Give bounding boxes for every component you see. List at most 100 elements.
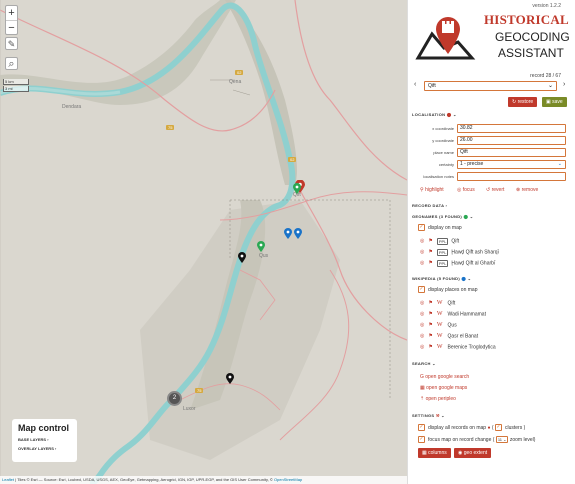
geonames-title: GEONAMES (3 FOUND) — [412, 214, 463, 219]
geonames-item[interactable]: ◎ ⚑ PPL Ḩawḑ Qift ash Sharqī — [420, 248, 499, 256]
app-logo: HISTORICAL GEOCODING ASSISTANT — [414, 10, 575, 65]
zoom-in-button[interactable]: + — [6, 6, 17, 20]
certainty-select[interactable]: 1 - precise ⌄ — [457, 160, 566, 169]
previous-record-icon[interactable]: ‹ — [414, 81, 416, 88]
geonames-item[interactable]: ◎ ⚑ PPL Ḩawḑ Qift al Gharbī — [420, 259, 495, 267]
record-select[interactable]: Qift ⌄ — [424, 81, 557, 91]
geonames-item-name: Ḩawḑ Qift al Gharbī — [451, 260, 496, 267]
zoom-level-suffix: zoom level) — [509, 437, 536, 443]
wikipedia-item[interactable]: ◎ ⚑ W Wadi Hammamat — [420, 310, 486, 318]
wikipedia-icon: W — [436, 333, 443, 339]
columns-button[interactable]: ▦ columns — [418, 448, 451, 458]
y-coordinate-label: y coordinate — [432, 138, 454, 143]
restore-button[interactable]: ↻ restore — [508, 97, 538, 107]
attribution-text: | Tiles © Esri — Source: Esri, i-cubed, … — [14, 477, 274, 482]
localisation-notes-field[interactable] — [457, 172, 566, 181]
map-label-qus: Qus — [259, 253, 269, 259]
peripleo-link[interactable]: ⇡ open peripleo — [420, 396, 456, 402]
map-marker-geonames[interactable] — [293, 183, 301, 194]
map-marker-geonames[interactable] — [257, 241, 265, 252]
clusters-label: clusters ) — [504, 425, 526, 431]
checkbox-checked-icon: ✓ — [418, 286, 425, 294]
geonames-header[interactable]: GEONAMES (3 FOUND) ⬤ ⌄ — [412, 214, 473, 219]
map-label-dendara: Dendara — [62, 104, 82, 110]
geo-extent-button[interactable]: ◉ geo extent — [454, 448, 492, 458]
chevron-down-icon: ⌄ — [452, 112, 457, 117]
wikipedia-item[interactable]: ◎ ⚑ W Berenice Troglodytica — [420, 343, 496, 351]
google-search-label: open google search — [425, 374, 470, 380]
osm-link[interactable]: OpenStreetMap — [274, 477, 302, 482]
geonames-item[interactable]: ◎ ⚑ PPL Qift — [420, 237, 459, 245]
focus-link[interactable]: ◎ focus — [457, 187, 475, 193]
map-view[interactable]: + − ✎ ⌕ 5 km 3 mi Qena Qift Qus Luxor De… — [0, 0, 407, 484]
record-counter: record 28 / 67 — [530, 73, 561, 79]
wikipedia-item[interactable]: ◎ ⚑ W Qasr el Banat — [420, 332, 478, 340]
next-record-icon[interactable]: › — [563, 81, 565, 88]
highlight-link[interactable]: ⚲ highlight — [420, 187, 444, 193]
chevron-right-icon: › — [47, 437, 49, 442]
revert-link[interactable]: ↺ revert — [486, 187, 504, 193]
localisation-header[interactable]: LOCALISATION ⬤ ⌄ — [412, 112, 457, 117]
flag-icon: ⚑ — [428, 249, 433, 255]
wikipedia-icon: W — [436, 300, 443, 306]
feature-code-badge: PPL — [436, 237, 449, 245]
map-marker-wikipedia[interactable] — [284, 228, 292, 239]
leaflet-link[interactable]: Leaflet — [2, 477, 14, 482]
peripleo-label: open peripleo — [425, 396, 456, 402]
map-control-title: Map control — [18, 423, 69, 433]
geo-extent-label: geo extent — [463, 450, 488, 456]
wikipedia-icon: W — [436, 344, 443, 350]
map-marker-record[interactable] — [238, 252, 246, 263]
search-header[interactable]: SEARCH ⌄ — [412, 361, 436, 366]
wikipedia-display-toggle[interactable]: ✓ display places on map — [418, 286, 477, 294]
google-search-link[interactable]: G open google search — [420, 374, 469, 380]
google-maps-link[interactable]: ▦ open google maps — [420, 385, 467, 391]
focus-map-checkbox[interactable]: ✓ — [418, 436, 425, 444]
map-marker-record[interactable] — [226, 373, 234, 384]
overlay-layers-label: OVERLAY LAYERS — [18, 446, 54, 451]
flag-icon: ⚑ — [428, 311, 433, 317]
map-pin-icon: ● — [487, 425, 491, 431]
record-data-header[interactable]: RECORD DATA › — [412, 203, 447, 208]
zoom-out-button[interactable]: − — [6, 20, 17, 34]
display-all-checkbox[interactable]: ✓ — [418, 424, 425, 432]
flag-icon: ⚑ — [428, 260, 433, 266]
geonames-display-label: display on map — [428, 225, 462, 231]
overlay-layers-toggle[interactable]: OVERLAY LAYERS › — [18, 446, 71, 451]
map-cluster[interactable]: 2 — [167, 391, 182, 406]
map-marker-wikipedia[interactable] — [294, 228, 302, 239]
zoom-level-value: 11 — [497, 437, 502, 443]
base-layers-toggle[interactable]: BASE LAYERS › — [18, 437, 71, 442]
display-all-setting: ✓ display all records on map ● ( ✓ cluster… — [418, 424, 526, 432]
flag-icon: ⚑ — [428, 322, 433, 328]
x-coordinate-field[interactable]: 30.82 — [457, 124, 566, 133]
wikipedia-item[interactable]: ◎ ⚑ W Qift — [420, 299, 455, 307]
search-icon[interactable]: ⌕ — [5, 57, 18, 70]
app-version: version 1.2.2 — [532, 3, 561, 9]
geonames-display-toggle[interactable]: ✓ display on map — [418, 224, 462, 232]
clusters-checkbox[interactable]: ✓ — [494, 424, 502, 432]
remove-link[interactable]: ⊗ remove — [516, 187, 538, 193]
settings-title: SETTINGS — [412, 413, 435, 418]
checkbox-checked-icon: ✓ — [418, 224, 425, 232]
map-pin-icon: ⬤ — [463, 214, 469, 219]
feature-code-badge: PPL — [436, 259, 449, 267]
target-icon: ◎ — [420, 238, 425, 244]
y-coordinate-field[interactable]: 26.00 — [457, 136, 566, 145]
base-layers-label: BASE LAYERS — [18, 437, 47, 442]
map-attribution: Leaflet | Tiles © Esri — Source: Esri, i… — [0, 476, 407, 484]
save-label: save — [552, 99, 563, 105]
settings-header[interactable]: SETTINGS ⚒ ⌄ — [412, 413, 445, 418]
edit-icon[interactable]: ✎ — [5, 37, 18, 50]
logo-text-line3: ASSISTANT — [498, 46, 564, 60]
save-button[interactable]: ▣ save — [542, 97, 567, 107]
wikipedia-item[interactable]: ◎ ⚑ W Qus — [420, 321, 457, 329]
wikipedia-header[interactable]: WIKIPEDIA (5 FOUND) ⬤ ⌄ — [412, 276, 471, 281]
road-shield: 75 — [166, 125, 175, 130]
record-select-value: Qift — [428, 83, 436, 89]
place-name-field[interactable]: Qift — [457, 148, 566, 157]
wikipedia-item-name: Qasr el Banat — [447, 333, 479, 340]
zoom-level-select[interactable]: 11 ⌄ — [495, 436, 509, 444]
side-panel: version 1.2.2 HISTORICAL GEOCODING ASSIS… — [407, 0, 575, 484]
flag-icon: ⚑ — [428, 333, 433, 339]
